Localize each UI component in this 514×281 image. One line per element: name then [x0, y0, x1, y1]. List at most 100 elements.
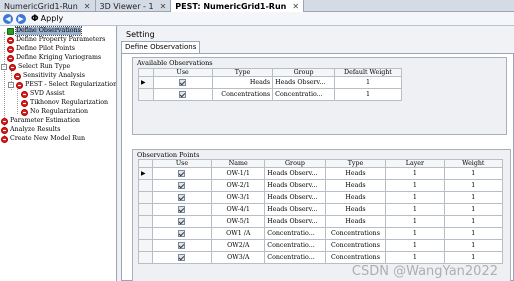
table-row[interactable]: OW3/A Concentratio... Concentrations 1 1	[138, 251, 504, 264]
weight-cell[interactable]: 1	[443, 227, 504, 240]
weight-cell[interactable]: 1	[443, 251, 504, 264]
tree-item-define-pilot-points[interactable]: Define Pilot Points	[7, 45, 75, 53]
type-cell[interactable]: Heads	[324, 179, 387, 192]
tab-3d-viewer[interactable]: 3D Viewer - 1 ✕	[96, 0, 172, 12]
use-cell[interactable]	[152, 88, 213, 101]
use-checkbox[interactable]	[178, 230, 186, 237]
close-icon[interactable]: ✕	[160, 1, 167, 12]
use-checkbox[interactable]	[178, 218, 186, 225]
use-checkbox[interactable]	[178, 254, 186, 261]
table-row[interactable]: ▶ Heads Heads Observ... 1	[138, 76, 403, 89]
tree-item-tikhonov-regularization[interactable]: Tikhonov Regularization	[21, 99, 108, 107]
table-row[interactable]: OW-3/1 Heads Observ... Heads 1 1	[138, 191, 504, 204]
use-checkbox[interactable]	[178, 170, 186, 177]
back-arrow-icon[interactable]: ◀	[3, 13, 13, 24]
use-checkbox[interactable]	[178, 242, 186, 249]
group-cell[interactable]: Heads Observ...	[264, 191, 326, 204]
tree-item-parameter-estimation[interactable]: Parameter Estimation	[1, 117, 80, 125]
name-cell[interactable]: OW-2/1	[211, 179, 266, 192]
group-cell[interactable]: Heads Observ...	[264, 215, 326, 228]
layer-cell[interactable]: 1	[385, 167, 445, 180]
column-header-default-weight[interactable]: Default Weight	[333, 68, 403, 77]
use-cell[interactable]	[151, 227, 213, 240]
column-header-type[interactable]: Type	[211, 68, 274, 77]
weight-cell[interactable]: 1	[443, 179, 504, 192]
table-row[interactable]: Concentrations Concentratio... 1	[138, 88, 403, 101]
collapse-toggle-icon[interactable]: -	[1, 64, 7, 70]
use-cell[interactable]	[152, 76, 213, 89]
name-cell[interactable]: OW-4/1	[211, 203, 266, 216]
column-header-group[interactable]: Group	[264, 159, 326, 168]
name-cell[interactable]: OW-5/1	[211, 215, 266, 228]
use-checkbox[interactable]	[179, 79, 187, 86]
table-row[interactable]: OW-4/1 Heads Observ... Heads 1 1	[138, 203, 504, 216]
use-checkbox[interactable]	[178, 194, 186, 201]
close-icon[interactable]: ✕	[84, 1, 91, 12]
table-row[interactable]: OW2/A Concentratio... Concentrations 1 1	[138, 239, 504, 252]
column-header-group[interactable]: Group	[272, 68, 335, 77]
use-cell[interactable]	[151, 251, 213, 264]
group-cell[interactable]: Heads Observ...	[264, 167, 326, 180]
weight-cell[interactable]: 1	[443, 239, 504, 252]
layer-cell[interactable]: 1	[385, 227, 445, 240]
layer-cell[interactable]: 1	[385, 191, 445, 204]
tree-item-define-observations[interactable]: Define Observations	[7, 26, 82, 36]
use-cell[interactable]	[151, 215, 213, 228]
tree-item-svd-assist[interactable]: SVD Assist	[21, 90, 65, 98]
name-cell[interactable]: OW-3/1	[211, 191, 266, 204]
close-icon[interactable]: ✕	[292, 1, 299, 12]
name-cell[interactable]: OW-1/1	[211, 167, 266, 180]
type-cell[interactable]: Heads	[324, 191, 387, 204]
column-header-use[interactable]: Use	[152, 68, 213, 77]
column-header-type[interactable]: Type	[324, 159, 387, 168]
tree-item-create-new-model-run[interactable]: Create New Model Run	[1, 135, 85, 143]
use-cell[interactable]	[151, 239, 213, 252]
layer-cell[interactable]: 1	[385, 203, 445, 216]
layer-cell[interactable]: 1	[385, 251, 445, 264]
tree-item-define-property-parameters[interactable]: Define Property Parameters	[7, 36, 105, 44]
tree-item-analyze-results[interactable]: Analyze Results	[1, 126, 61, 134]
collapse-toggle-icon[interactable]: -	[8, 82, 14, 88]
column-header-use[interactable]: Use	[151, 159, 213, 168]
table-row[interactable]: OW-5/1 Heads Observ... Heads 1 1	[138, 215, 504, 228]
apply-button[interactable]: Φ Apply	[31, 14, 63, 24]
type-cell[interactable]: Heads	[324, 203, 387, 216]
tree-item-define-kriging-variograms[interactable]: Define Kriging Variograms	[7, 54, 101, 62]
column-header-name[interactable]: Name	[211, 159, 266, 168]
type-cell[interactable]: Concentrations	[324, 227, 387, 240]
group-cell[interactable]: Heads Observ...	[272, 76, 335, 89]
use-checkbox[interactable]	[178, 182, 186, 189]
name-cell[interactable]: OW3/A	[211, 251, 266, 264]
type-cell[interactable]: Concentrations	[324, 251, 387, 264]
type-cell[interactable]: Heads	[211, 76, 274, 89]
column-header-weight[interactable]: Weight	[443, 159, 504, 168]
tab-pest-run[interactable]: PEST: NumericGrid1-Run ✕	[171, 0, 305, 12]
weight-cell[interactable]: 1	[443, 215, 504, 228]
group-cell[interactable]: Heads Observ...	[264, 203, 326, 216]
table-row[interactable]: OW-2/1 Heads Observ... Heads 1 1	[138, 179, 504, 192]
name-cell[interactable]: OW2/A	[211, 239, 266, 252]
use-checkbox[interactable]	[179, 91, 187, 98]
use-cell[interactable]	[151, 167, 213, 180]
layer-cell[interactable]: 1	[385, 179, 445, 192]
type-cell[interactable]: Concentrations	[324, 239, 387, 252]
layer-cell[interactable]: 1	[385, 215, 445, 228]
use-cell[interactable]	[151, 179, 213, 192]
tree-item-sensitivity-analysis[interactable]: Sensitivity Analysis	[14, 72, 85, 80]
type-cell[interactable]: Heads	[324, 167, 387, 180]
use-checkbox[interactable]	[178, 206, 186, 213]
column-header-layer[interactable]: Layer	[385, 159, 445, 168]
tree-item-no-regularization[interactable]: No Regularization	[21, 108, 88, 116]
use-cell[interactable]	[151, 203, 213, 216]
name-cell[interactable]: OW1 /A	[211, 227, 266, 240]
weight-cell[interactable]: 1	[443, 191, 504, 204]
type-cell[interactable]: Concentrations	[211, 88, 274, 101]
layer-cell[interactable]: 1	[385, 239, 445, 252]
tab-numericgrid1-run[interactable]: NumericGrid1-Run ✕	[0, 0, 96, 12]
tab-define-observations[interactable]: Define Observations	[121, 41, 201, 53]
group-cell[interactable]: Concentratio...	[264, 251, 326, 264]
tree-item-pest-select-regularization[interactable]: - PEST - Select Regularization	[8, 81, 116, 89]
weight-cell[interactable]: 1	[443, 167, 504, 180]
use-cell[interactable]	[151, 191, 213, 204]
table-row[interactable]: ▶ OW-1/1 Heads Observ... Heads 1 1	[138, 167, 504, 180]
